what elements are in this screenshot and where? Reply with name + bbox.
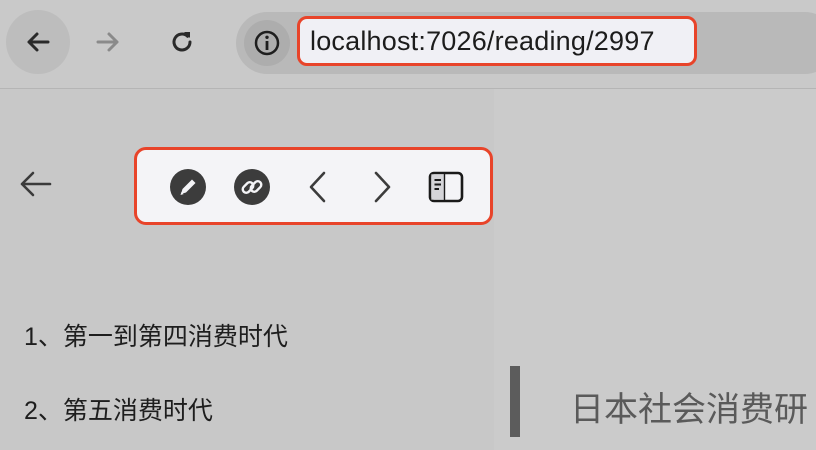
link-icon bbox=[234, 169, 270, 205]
arrow-left-icon bbox=[20, 171, 52, 197]
site-info-button[interactable] bbox=[244, 20, 290, 66]
browser-toolbar: localhost:7026/reading/2997 bbox=[0, 0, 816, 89]
browser-reload-button[interactable] bbox=[150, 10, 214, 74]
edit-button[interactable] bbox=[169, 168, 207, 206]
blockquote-bar bbox=[510, 366, 520, 437]
toc-item[interactable]: 2、第五消费时代 bbox=[24, 391, 213, 427]
toggle-sidebar-button[interactable] bbox=[427, 168, 465, 206]
chevron-left-icon bbox=[309, 171, 326, 203]
reader-toolbar bbox=[134, 147, 493, 225]
chapter-heading: 日本社会消费研 bbox=[570, 391, 808, 429]
sidebar-back-button[interactable] bbox=[14, 166, 56, 202]
sidebar-panel-icon bbox=[428, 171, 464, 203]
browser-back-button[interactable] bbox=[6, 10, 70, 74]
previous-chapter-button[interactable] bbox=[299, 168, 337, 206]
reading-content: 日本社会消费研 bbox=[494, 89, 816, 450]
browser-forward-button[interactable] bbox=[76, 10, 140, 74]
reader-sidebar: 1、第一到第四消费时代 2、第五消费时代 bbox=[0, 89, 494, 450]
info-icon bbox=[254, 30, 280, 56]
url-field[interactable]: localhost:7026/reading/2997 bbox=[297, 16, 697, 66]
reload-icon bbox=[172, 32, 192, 52]
arrow-right-icon bbox=[96, 32, 119, 52]
toc-item[interactable]: 1、第一到第四消费时代 bbox=[24, 317, 288, 353]
copy-link-button[interactable] bbox=[233, 168, 271, 206]
arrow-left-icon bbox=[27, 32, 50, 52]
next-chapter-button[interactable] bbox=[363, 168, 401, 206]
pencil-icon bbox=[170, 169, 206, 205]
chevron-right-icon bbox=[374, 171, 391, 203]
url-text: localhost:7026/reading/2997 bbox=[310, 25, 655, 56]
